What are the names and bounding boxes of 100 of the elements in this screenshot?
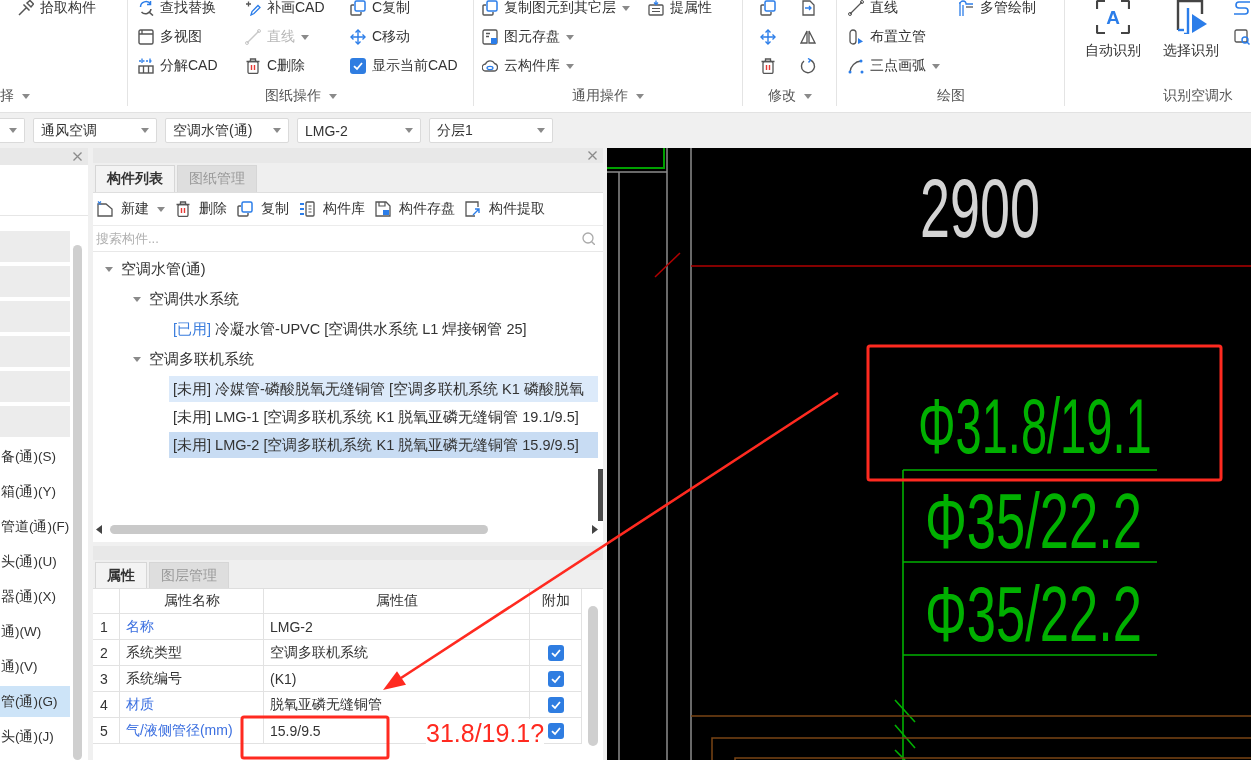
caret-icon: [932, 63, 940, 69]
ribbon-button[interactable]: 直线: [848, 0, 958, 16]
caret-icon[interactable]: [133, 296, 141, 302]
nav-item[interactable]: 头(通)(U): [0, 546, 70, 577]
ribbon-button[interactable]: 布置立管: [848, 29, 958, 45]
ribbon-button[interactable]: 多管绘制: [958, 0, 1036, 16]
scroll-left-icon[interactable]: [96, 525, 102, 534]
nav-item[interactable]: 头(通)(J): [0, 721, 70, 752]
scroll-right-icon[interactable]: [592, 525, 598, 534]
row-number: 4: [93, 692, 120, 718]
toolbar-button[interactable]: 新建: [97, 200, 165, 218]
caret-icon[interactable]: [328, 93, 337, 99]
ribbon-button[interactable]: 提属性: [648, 0, 712, 16]
ribbon-button[interactable]: 多视图: [138, 29, 245, 45]
scrollbar-thumb[interactable]: [73, 245, 82, 760]
dropdown[interactable]: 空调水管(通): [165, 118, 289, 143]
tree-item[interactable]: 空调多联机系统: [133, 344, 254, 374]
annotation-text: 31.8/19.1?: [426, 719, 545, 747]
property-value[interactable]: 脱氧亚磷无缝铜管: [270, 695, 382, 714]
pipe-size-label: Φ35/22.2: [925, 570, 1142, 658]
ribbon-button[interactable]: A 自动识别: [1078, 0, 1148, 60]
caret-icon[interactable]: [105, 266, 113, 272]
find-replace-icon: [138, 0, 154, 16]
nav-item[interactable]: 备(通)(S): [0, 441, 70, 472]
ribbon-button[interactable]: 拾取构件: [18, 0, 96, 16]
checkbox[interactable]: [547, 722, 564, 739]
cad-drawing-area[interactable]: 2900 Φ31.8/19.1 Φ35/22.2 Φ35/22.2: [607, 148, 1251, 760]
property-name: 系统编号: [120, 666, 264, 692]
toolbar-button[interactable]: 构件提取: [465, 200, 545, 218]
ribbon-group-label: 绘图: [936, 87, 965, 105]
ribbon-button[interactable]: 图元存盘: [482, 29, 648, 45]
property-value[interactable]: 空调多联机系统: [270, 643, 368, 662]
tree-item[interactable]: 空调供水系统: [133, 284, 239, 314]
ribbon-button[interactable]: 查找替换: [138, 0, 245, 16]
document-arrow-icon[interactable]: [800, 0, 816, 16]
property-value[interactable]: LMG-2: [270, 618, 313, 635]
property-name: 系统类型: [120, 640, 264, 666]
checkbox[interactable]: [350, 58, 366, 74]
mirror-icon[interactable]: [800, 29, 816, 45]
checkbox[interactable]: [547, 670, 564, 687]
nav-item[interactable]: 器(通)(X): [0, 581, 70, 612]
dropdown[interactable]: 通风空调: [33, 118, 157, 143]
ribbon-button[interactable]: 补画CAD: [245, 0, 350, 16]
cylinder-icon: [848, 29, 864, 45]
close-icon[interactable]: [588, 151, 597, 160]
tree-item[interactable]: [已用] 冷凝水管-UPVC [空调供水系统 L1 焊接钢管 25]: [169, 316, 598, 342]
tab[interactable]: 构件列表: [95, 165, 175, 192]
caret-icon[interactable]: [22, 93, 30, 99]
scrollbar-thumb[interactable]: [110, 525, 488, 534]
tab[interactable]: 属性: [95, 562, 147, 588]
property-value[interactable]: 15.9/9.5: [270, 722, 321, 739]
close-icon[interactable]: [73, 152, 82, 161]
document-search-icon[interactable]: [1234, 29, 1250, 45]
delete-icon[interactable]: [760, 58, 776, 74]
nav-item[interactable]: 通)(V): [0, 651, 70, 682]
row-number: 3: [93, 666, 120, 692]
dropdown[interactable]: 分层1: [429, 118, 553, 143]
rotate-icon[interactable]: [800, 58, 816, 74]
checkbox[interactable]: [547, 696, 564, 713]
move-icon[interactable]: [760, 29, 776, 45]
scrollbar-thumb[interactable]: [587, 606, 598, 746]
pipe-bend-icon[interactable]: [1234, 0, 1250, 16]
nav-item[interactable]: 管道(通)(F): [0, 511, 70, 542]
toolbar-button[interactable]: 复制: [237, 200, 289, 218]
caret-icon: [157, 206, 165, 212]
ribbon-button[interactable]: 三点画弧: [848, 58, 958, 74]
dropdown[interactable]: [0, 118, 25, 143]
nav-item[interactable]: 管(通)(G): [0, 686, 70, 717]
tree-item[interactable]: [未用] LMG-1 [空调多联机系统 K1 脱氧亚磷无缝铜管 19.1/9.5]: [169, 404, 598, 430]
tree-item[interactable]: [未用] LMG-2 [空调多联机系统 K1 脱氧亚磷无缝铜管 15.9/9.5]: [169, 432, 598, 458]
caret-icon: [566, 34, 574, 40]
ribbon-button[interactable]: 云构件库: [482, 58, 648, 74]
caret-icon: [622, 5, 630, 11]
ribbon-button[interactable]: 分解CAD: [138, 58, 245, 74]
tree-item[interactable]: [未用] 冷媒管-磷酸脱氧无缝铜管 [空调多联机系统 K1 磷酸脱氧: [169, 376, 598, 402]
pipe-size-label: Φ35/22.2: [925, 477, 1142, 565]
caret-icon[interactable]: [636, 93, 644, 99]
scrollbar-thumb[interactable]: [598, 469, 603, 521]
checkbox[interactable]: [547, 644, 564, 661]
property-value[interactable]: (K1): [270, 670, 297, 687]
nav-item[interactable]: 通)(W): [0, 616, 70, 647]
ribbon-button[interactable]: 选择识别: [1156, 0, 1226, 60]
move-icon: [350, 29, 366, 45]
copy-icon[interactable]: [760, 0, 776, 16]
ribbon-button[interactable]: C移动: [350, 29, 458, 45]
ribbon-button[interactable]: C复制: [350, 0, 458, 16]
nav-item[interactable]: 箱(通)(Y): [0, 476, 70, 507]
toolbar-button[interactable]: 构件存盘: [375, 200, 455, 218]
caret-icon[interactable]: [803, 93, 812, 99]
dropdown[interactable]: LMG-2: [297, 118, 421, 143]
toolbar-button[interactable]: 构件库: [299, 200, 365, 218]
toolbar-button[interactable]: 删除: [175, 200, 227, 218]
search-field[interactable]: 搜索构件...: [96, 228, 576, 249]
ribbon-button[interactable]: C删除: [245, 58, 350, 74]
checkbox-option[interactable]: 显示当前CAD: [350, 58, 458, 74]
ribbon-button[interactable]: 复制图元到其它层: [482, 0, 648, 16]
pipe-size-label: Φ31.8/19.1: [918, 382, 1152, 470]
search-icon[interactable]: [582, 232, 595, 245]
tree-item[interactable]: 空调水管(通): [105, 254, 206, 284]
caret-icon[interactable]: [133, 356, 141, 362]
